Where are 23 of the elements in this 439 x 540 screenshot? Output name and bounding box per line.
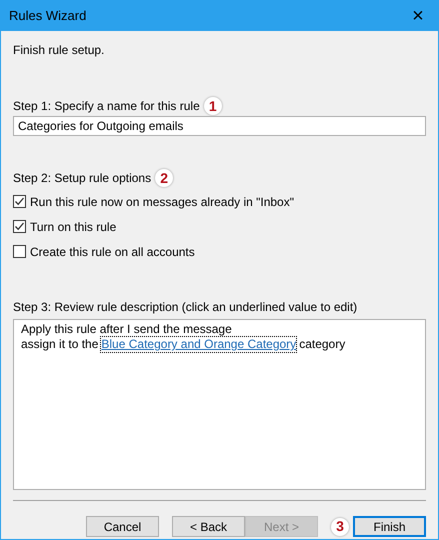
checkbox[interactable] [13, 220, 26, 233]
checkbox[interactable] [13, 245, 26, 258]
description-text: assign it to the [21, 337, 98, 352]
checkbox-label[interactable]: Create this rule on all accounts [30, 242, 195, 260]
intro-text: Finish rule setup. [13, 42, 106, 59]
step-label: Step 1: Specify a name for this rule [13, 98, 200, 115]
step-number-badge: 2 [155, 169, 174, 187]
description-text: Apply this rule after I send the message [21, 322, 232, 337]
step-number-badge: 1 [204, 97, 222, 115]
step-label: Step 3: Review rule description (click an underlined value to edit) [13, 299, 358, 316]
wizard-button[interactable]: Cancel [86, 516, 159, 537]
window-title: Rules Wizard [9, 7, 86, 26]
checkbox-label[interactable]: Turn on this rule [30, 218, 116, 236]
step-label: Step 2: Setup rule options [13, 170, 152, 187]
close-button[interactable]: × [398, 1, 438, 31]
category-link[interactable]: Blue Category and Orange Category [101, 337, 296, 352]
step-number-badge: 3 [331, 518, 349, 536]
rule-name-field[interactable]: Categories for Outgoing emails [13, 116, 426, 136]
description-text: category [299, 337, 346, 352]
checkbox[interactable] [13, 195, 26, 208]
wizard-button[interactable]: < Back [172, 516, 245, 537]
wizard-button[interactable]: Finish [353, 516, 426, 537]
checkbox-label[interactable]: Run this rule now on messages already in "Inbox" [30, 192, 294, 210]
